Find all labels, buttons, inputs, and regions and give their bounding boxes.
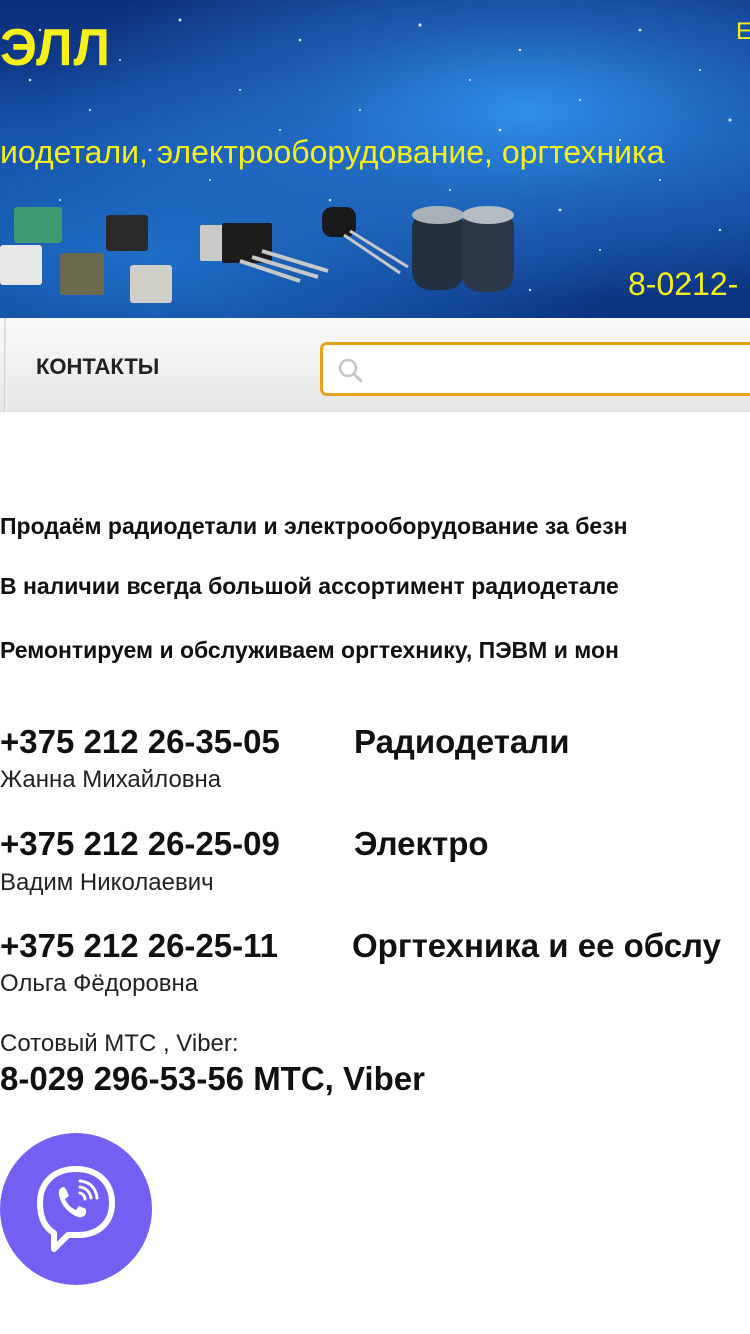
intro-line-sales: Продаём радиодетали и электрооборудовани… [0,513,628,539]
contact-dept-electro: Электро [354,825,489,862]
mobile-number[interactable]: 8-029 296-53-56 МТС, Viber [0,1060,425,1098]
intro-line-stock: В наличии всегда большой ассортимент рад… [0,573,619,599]
contact-person-radiodetali: Жанна Михайловна [0,766,222,793]
header-tagline: иодетали, электрооборудование, оргтехник… [0,134,665,170]
header-top-right-text: E [736,18,750,45]
contact-phone-electro[interactable]: +375 212 26-25-09 [0,825,280,863]
viber-button[interactable] [0,1133,152,1285]
contact-dept-orgtech: Оргтехника и ее обслу [352,927,721,964]
contact-dept-radiodetali: Радиодетали [354,723,570,760]
brand-logo-text[interactable]: ЭЛЛ [0,18,111,78]
search-box[interactable] [320,342,750,396]
header-banner: ЭЛЛ E иодетали, электрооборудование, орг… [0,0,750,318]
contact-phone-orgtech[interactable]: +375 212 26-25-11 [0,927,278,965]
mobile-label: Сотовый МТС , Viber: [0,1030,239,1057]
electronic-parts-image [0,206,514,303]
viber-icon [37,1166,115,1252]
search-icon [338,358,363,383]
contact-person-orgtech: Ольга Фёдоровна [0,970,199,997]
contact-person-electro: Вадим Николаевич [0,869,214,896]
intro-line-repair: Ремонтируем и обслуживаем оргтехнику, ПЭ… [0,637,619,663]
contact-phone-radiodetali[interactable]: +375 212 26-35-05 [0,723,280,761]
nav-item-contacts[interactable]: КОНТАКТЫ [36,354,159,380]
nav-divider [4,318,7,412]
header-phone[interactable]: 8-0212- [628,266,738,303]
search-input[interactable] [369,351,749,387]
